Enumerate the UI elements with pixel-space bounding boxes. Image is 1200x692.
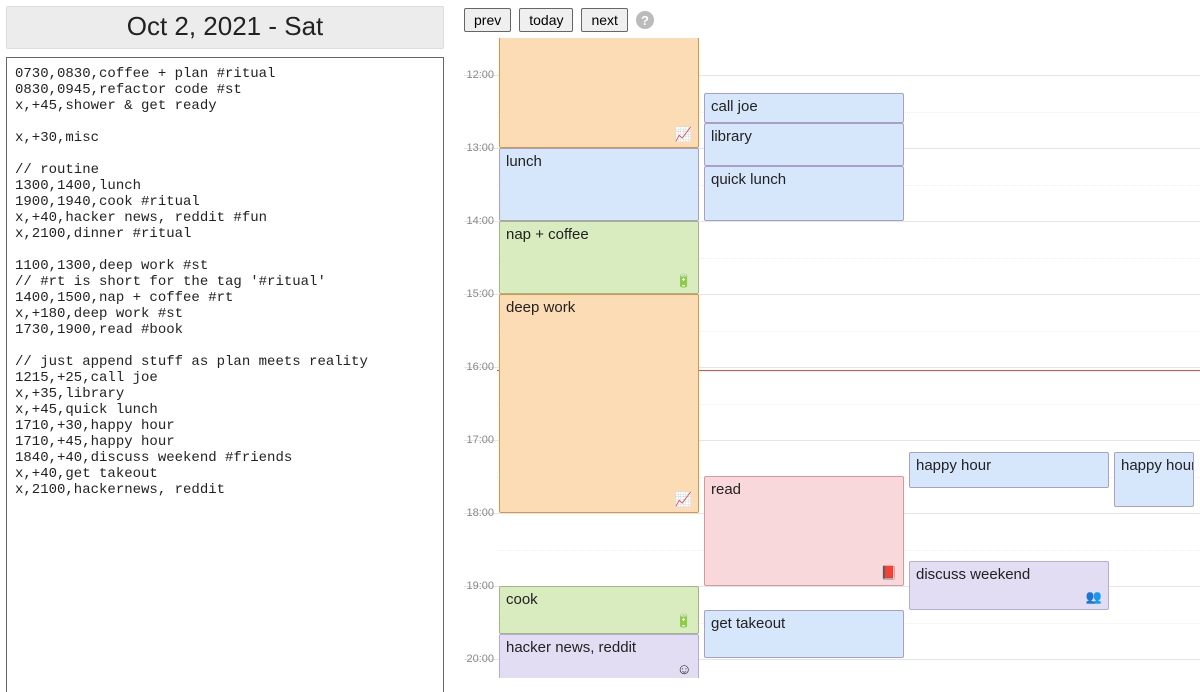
- calendar-event[interactable]: cook: [499, 586, 699, 635]
- event-title: deep work: [506, 299, 575, 316]
- event-title: get takeout: [711, 615, 785, 632]
- battery-icon: [676, 272, 692, 289]
- today-button[interactable]: today: [519, 8, 573, 32]
- calendar-event[interactable]: read: [704, 476, 904, 586]
- plan-text-input[interactable]: 0730,0830,coffee + plan #ritual 0830,094…: [6, 57, 444, 692]
- calendar-event[interactable]: deep work: [499, 294, 699, 513]
- calendar-event[interactable]: discuss weekend: [909, 561, 1109, 609]
- event-title: lunch: [506, 153, 542, 170]
- calendar-event[interactable]: hacker news, reddit: [499, 634, 699, 678]
- event-title: hacker news, reddit: [506, 639, 636, 656]
- hour-label: 19:00: [464, 580, 494, 592]
- prev-button[interactable]: prev: [464, 8, 511, 32]
- calendar-event[interactable]: quick lunch: [704, 166, 904, 221]
- date-header: Oct 2, 2021 - Sat: [6, 6, 444, 49]
- hour-label: 14:00: [464, 215, 494, 227]
- event-title: quick lunch: [711, 171, 786, 188]
- group-icon: [1086, 588, 1102, 605]
- event-title: call joe: [711, 98, 758, 115]
- hour-label: 16:00: [464, 361, 494, 373]
- hour-label: 18:00: [464, 507, 494, 519]
- calendar-event[interactable]: nap + coffee: [499, 221, 699, 294]
- battery-icon: [676, 612, 692, 629]
- chart-icon: [675, 126, 692, 143]
- chart-icon: [675, 491, 692, 508]
- hour-label: 13:00: [464, 142, 494, 154]
- hour-label: 15:00: [464, 288, 494, 300]
- help-icon[interactable]: ?: [636, 11, 654, 29]
- calendar-event[interactable]: lunch: [499, 148, 699, 221]
- calendar-event[interactable]: happy hour: [1114, 452, 1194, 507]
- smile-icon: [677, 661, 692, 678]
- calendar-event[interactable]: get takeout: [704, 610, 904, 659]
- hour-label: 12:00: [464, 69, 494, 81]
- event-title: cook: [506, 591, 538, 608]
- calendar-area[interactable]: 12:00 13:00 14:00 15:00 16:00 17:00 18:00 19:00…: [464, 38, 1200, 678]
- hour-label: 17:00: [464, 434, 494, 446]
- calendar-event[interactable]: call joe: [704, 93, 904, 124]
- event-title: nap + coffee: [506, 226, 589, 243]
- event-title: library: [711, 128, 752, 145]
- calendar-event[interactable]: deep work: [499, 38, 699, 148]
- event-title: read: [711, 481, 741, 498]
- calendar-event[interactable]: library: [704, 123, 904, 165]
- event-title: happy hour: [916, 457, 991, 474]
- event-title: happy hour: [1121, 457, 1194, 474]
- hour-label: 20:00: [464, 653, 494, 665]
- next-button[interactable]: next: [581, 8, 627, 32]
- calendar-event[interactable]: happy hour: [909, 452, 1109, 489]
- book-icon: [881, 564, 897, 581]
- calendar-toolbar: prev today next ?: [464, 8, 1200, 32]
- event-title: discuss weekend: [916, 566, 1030, 583]
